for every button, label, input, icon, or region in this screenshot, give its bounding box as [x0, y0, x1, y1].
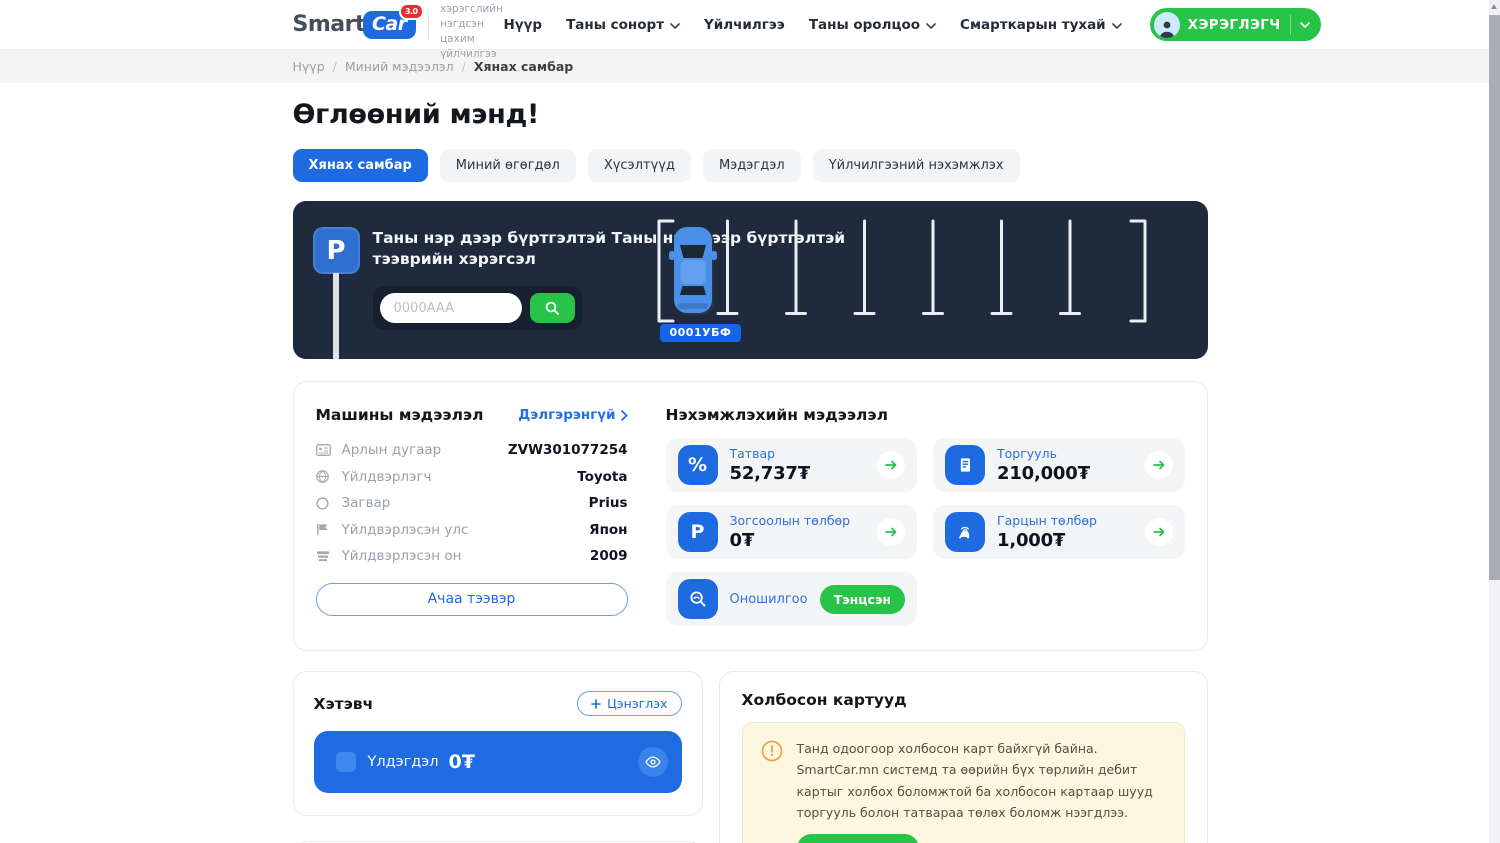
parking-sign-pole — [333, 273, 339, 359]
tab-requests[interactable]: Хүсэлтүүд — [588, 149, 691, 182]
chevron-down-icon — [670, 23, 680, 29]
arrow-right-icon — [1145, 451, 1173, 479]
invoice-card-tax[interactable]: % Татвар 52,737₮ — [666, 438, 918, 492]
linked-cards-card: Холбосон картууд Танд одоогоор холбосон … — [719, 671, 1208, 843]
car-info-title: Машины мэдээлэл — [316, 406, 484, 424]
car-info-column: Машины мэдээлэл Дэлгэрэнгүй Арлын дугаар… — [316, 406, 628, 626]
breadcrumb-bar: Нүүр / Миний мэдээлэл / Хянах самбар — [0, 50, 1500, 83]
breadcrumb-home[interactable]: Нүүр — [293, 59, 325, 74]
chevron-down-icon — [1295, 22, 1315, 28]
chevron-down-icon — [1112, 23, 1122, 29]
id-card-icon — [316, 444, 333, 456]
car-info-row-country: Үйлдвэрлэсэн улс Япон — [316, 517, 628, 544]
parking-icon: P — [678, 512, 718, 552]
invoice-card-diagnostic[interactable]: Оношилгоо Тэнцсэн — [666, 572, 918, 626]
person-icon — [1157, 18, 1177, 38]
chevron-down-icon — [926, 23, 936, 29]
linked-cards-title: Холбосон картууд — [742, 691, 1185, 709]
magnifier-car-icon — [678, 579, 718, 619]
main-nav: Нүүр Таны сонорт Үйлчилгээ Таны оролцоо … — [504, 8, 1321, 41]
parking-sign-icon: P — [313, 227, 360, 274]
search-icon — [544, 300, 560, 316]
invoice-info-column: Нэхэмжлэхийн мэдээлэл % Татвар 52,737₮ — [666, 406, 1185, 626]
brand-tagline: Тээврийн хэрэгслийн нэгдсэн цахим үйлчил… — [440, 0, 503, 63]
car-info-row-vin: Арлын дугаар ZVW301077254 — [316, 437, 628, 464]
scrollbar-thumb[interactable] — [1489, 15, 1500, 580]
tab-my-data[interactable]: Миний өгөгдөл — [440, 149, 576, 182]
plate-search-input[interactable] — [380, 293, 522, 323]
arrow-right-icon — [877, 518, 905, 546]
balance-label: Үлдэгдэл — [368, 754, 439, 770]
parking-lot-graphic — [656, 217, 1148, 327]
car-top-view-icon — [669, 227, 717, 315]
receipt-icon — [945, 445, 985, 485]
wallet-card: Хэтэвч Цэнэглэх Үлдэгдэл 0₮ — [293, 671, 703, 816]
breadcrumb: Нүүр / Миний мэдээлэл / Хянах самбар — [293, 59, 1208, 74]
version-badge: 3.0 — [399, 3, 424, 20]
nav-item-news[interactable]: Таны сонорт — [566, 17, 680, 33]
details-link[interactable]: Дэлгэрэнгүй — [518, 407, 627, 423]
car-info-row-year: Үйлдвэрлэсэн он 2009 — [316, 543, 628, 570]
nav-item-about[interactable]: Смарткарын тухай — [960, 17, 1122, 33]
car-info-row-manufacturer: Үйлдвэрлэгч Toyota — [316, 464, 628, 491]
plus-icon — [591, 699, 601, 709]
balance-panel: Үлдэгдэл 0₮ — [314, 731, 682, 793]
tab-dashboard[interactable]: Хянах самбар — [293, 149, 428, 182]
tab-notifications[interactable]: Мэдэгдэл — [703, 149, 801, 182]
percent-icon: % — [678, 445, 718, 485]
calendar-icon — [316, 550, 333, 562]
logo-text-car: Car 3.0 — [363, 11, 416, 39]
car-info-row-model: Загвар Prius — [316, 490, 628, 517]
wallet-title: Хэтэвч — [314, 695, 374, 713]
no-card-warning: Танд одоогоор холбосон карт байхгүй байн… — [742, 722, 1185, 843]
plate-search-box — [373, 286, 582, 330]
header: Smart Car 3.0 Тээврийн хэрэгслийн нэгдсэ… — [0, 0, 1500, 50]
nav-item-home[interactable]: Нүүр — [504, 17, 543, 33]
cargo-transport-button[interactable]: Ачаа тээвэр — [316, 583, 628, 616]
invoice-card-fine[interactable]: Торгууль 210,000₮ — [933, 438, 1185, 492]
vehicle-info-card: Машины мэдээлэл Дэлгэрэнгүй Арлын дугаар… — [293, 381, 1208, 651]
flag-icon — [316, 523, 333, 536]
nav-item-participation[interactable]: Таны оролцоо — [809, 17, 936, 33]
user-menu-button[interactable]: ХЭРЭГЛЭГЧ — [1150, 8, 1321, 41]
license-plate-badge: 0001УБФ — [660, 324, 742, 342]
avatar — [1154, 12, 1180, 38]
breadcrumb-current: Хянах самбар — [474, 59, 573, 74]
invoice-card-parking-fee[interactable]: P Зогсоолын төлбөр 0₮ — [666, 505, 918, 559]
logo-text-smart: Smart — [293, 12, 365, 37]
page-title: Өглөөний мэнд! — [293, 99, 1208, 130]
breadcrumb-separator: / — [333, 59, 337, 74]
globe-icon — [316, 470, 333, 483]
topup-button[interactable]: Цэнэглэх — [577, 691, 681, 716]
link-card-button[interactable]: Карт холбох — [797, 834, 919, 843]
user-button-divider — [1290, 15, 1291, 35]
brand-logo[interactable]: Smart Car 3.0 Тээврийн хэрэгслийн нэгдсэ… — [293, 0, 504, 63]
dashboard-tabs: Хянах самбар Миний өгөгдөл Хүсэлтүүд Мэд… — [293, 149, 1208, 182]
arrow-right-icon — [877, 451, 905, 479]
scrollbar[interactable] — [1489, 0, 1500, 843]
warning-text: Танд одоогоор холбосон карт байхгүй байн… — [797, 738, 1166, 823]
eye-icon — [645, 756, 661, 768]
ring-icon — [316, 497, 333, 510]
toggle-balance-visibility-button[interactable] — [638, 747, 668, 777]
breadcrumb-my-info[interactable]: Миний мэдээлэл — [345, 59, 454, 74]
invoice-title: Нэхэмжлэхийн мэдээлэл — [666, 406, 1185, 424]
search-button[interactable] — [530, 293, 575, 323]
car-gate-icon — [945, 512, 985, 552]
wallet-icon — [336, 752, 356, 772]
diagnostic-pass-badge: Тэнцсэн — [820, 585, 905, 614]
breadcrumb-separator: / — [462, 59, 466, 74]
invoice-card-exit-fee[interactable]: Гарцын төлбөр 1,000₮ — [933, 505, 1185, 559]
balance-value: 0₮ — [448, 751, 474, 773]
nav-item-services[interactable]: Үйлчилгээ — [704, 17, 785, 33]
scrollbar-up-arrow[interactable] — [1491, 4, 1497, 9]
warning-icon — [761, 740, 783, 762]
arrow-right-icon — [1145, 518, 1173, 546]
chevron-right-icon — [621, 410, 628, 421]
vehicle-hero-panel: P Таны нэр дээр бүртгэлтэй Таны нэр дээр… — [293, 201, 1208, 359]
tab-service-invoice[interactable]: Үйлчилгээний нэхэмжлэх — [813, 149, 1020, 182]
user-label: ХЭРЭГЛЭГЧ — [1188, 17, 1281, 33]
